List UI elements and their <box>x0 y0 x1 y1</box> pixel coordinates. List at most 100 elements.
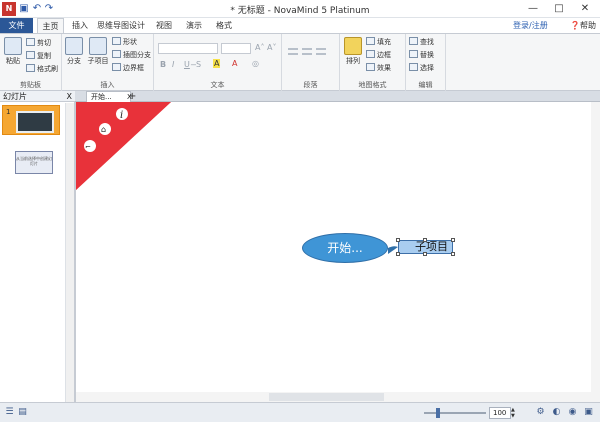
save-icon[interactable]: ▣ <box>18 3 30 15</box>
slide-thumbnail-1[interactable]: 1 <box>2 105 60 135</box>
resize-handle[interactable] <box>423 238 427 242</box>
layout-icon[interactable]: ◉ <box>567 407 578 417</box>
shape-icon <box>112 37 121 45</box>
canvas-vertical-scrollbar[interactable] <box>591 102 600 392</box>
branch-icon <box>112 50 121 58</box>
align-right-icon[interactable] <box>316 48 326 55</box>
effects-button[interactable]: 效果 <box>366 63 391 73</box>
slides-scrollbar[interactable] <box>65 103 74 403</box>
group-map-format: 排列 填充 边框 效果 地图格式 <box>340 34 406 91</box>
slides-panel-close-button[interactable]: X <box>67 91 72 102</box>
new-tab-button[interactable]: + <box>128 91 136 102</box>
fill-icon <box>366 37 375 45</box>
paste-button[interactable]: 粘贴 <box>2 37 24 66</box>
replace-label: 替换 <box>420 51 434 59</box>
boundary-icon <box>112 63 121 71</box>
effects-label: 效果 <box>377 64 391 72</box>
italic-button[interactable]: I <box>172 60 174 69</box>
select-icon <box>409 63 418 71</box>
font-size-select[interactable] <box>221 43 251 54</box>
help-button[interactable]: ❓帮助 <box>570 20 596 31</box>
scissors-icon <box>26 38 35 46</box>
find-button[interactable]: 查找 <box>409 37 434 47</box>
boundary-button[interactable]: 边界框 <box>112 63 144 73</box>
zoom-input[interactable]: 100 <box>489 407 511 419</box>
tab-view[interactable]: 视图 <box>152 18 176 33</box>
align-left-icon[interactable] <box>288 48 298 55</box>
arrange-button[interactable]: 排列 <box>342 37 364 66</box>
strikethrough-icon[interactable]: ̶S <box>196 60 201 69</box>
canvas-horizontal-scrollbar[interactable] <box>76 392 600 402</box>
slides-panel-header: 幻灯片 X <box>0 91 75 102</box>
help-label: 帮助 <box>579 21 596 30</box>
resize-handle[interactable] <box>423 252 427 256</box>
group-label-clipboard: 剪贴板 <box>20 81 41 89</box>
tab-insert[interactable]: 插入 <box>68 18 92 33</box>
clear-format-icon[interactable]: ◎ <box>252 59 259 68</box>
format-painter-button[interactable]: 格式刷 <box>26 64 58 74</box>
close-icon[interactable]: ✕ <box>572 0 598 18</box>
shape-label: 形状 <box>123 38 137 46</box>
tab-present[interactable]: 演示 <box>182 18 206 33</box>
bold-button[interactable]: B <box>160 60 166 69</box>
slide-view-icon[interactable]: ▤ <box>17 407 28 417</box>
font-color-button[interactable]: A <box>232 59 237 68</box>
tab-home[interactable]: 主页 <box>37 18 64 33</box>
window-title: * 无标题 - NovaMind 5 Platinum <box>230 6 370 16</box>
zoom-spinner[interactable]: ▲ ▼ <box>511 407 517 419</box>
child-topic-icon <box>89 37 107 55</box>
root-topic[interactable]: 开始... <box>302 233 388 263</box>
resize-handle[interactable] <box>396 238 400 242</box>
paste-label: 粘贴 <box>6 57 20 65</box>
horizontal-scroll-thumb[interactable] <box>269 393 384 401</box>
underline-button[interactable]: U <box>184 60 190 69</box>
resize-handle[interactable] <box>396 252 400 256</box>
zoom-slider-thumb[interactable] <box>435 408 440 418</box>
resize-handle[interactable] <box>451 238 455 242</box>
zoom-slider[interactable] <box>424 412 486 414</box>
brush-icon <box>26 64 35 72</box>
child-topic[interactable]: 子项目 <box>396 238 455 256</box>
group-label-insert: 插入 <box>100 81 115 89</box>
outline-view-icon[interactable]: ☰ <box>4 407 15 417</box>
tab-file[interactable]: 文件 <box>0 18 33 33</box>
resize-handle[interactable] <box>451 252 455 256</box>
replace-button[interactable]: 替换 <box>409 50 434 60</box>
arrange-icon <box>344 37 362 55</box>
font-family-select[interactable] <box>158 43 218 54</box>
undo-icon[interactable]: ↶ <box>31 3 43 15</box>
create-slide-placeholder[interactable]: 从当前选择中创建幻灯片 <box>15 151 53 174</box>
paste-icon <box>4 37 22 55</box>
redo-icon[interactable]: ↷ <box>43 3 55 15</box>
login-link[interactable]: 登录/注册 <box>513 20 548 31</box>
tab-format[interactable]: 格式 <box>212 18 236 33</box>
arrange-label: 排列 <box>346 57 360 65</box>
copy-button[interactable]: 复制 <box>26 51 51 61</box>
sibling-button[interactable]: 分支 <box>64 37 84 66</box>
fill-button[interactable]: 填充 <box>366 37 391 47</box>
align-center-icon[interactable] <box>302 48 312 55</box>
highlight-color-button[interactable]: A <box>213 59 221 68</box>
maximize-icon[interactable]: □ <box>546 0 572 18</box>
document-tab-start[interactable]: 开始... X <box>86 91 132 102</box>
branch-button[interactable]: 插图分支 <box>112 50 151 60</box>
app-logo-icon[interactable]: N <box>2 2 16 16</box>
child-topic-button[interactable]: 子项目 <box>86 37 110 66</box>
border-button[interactable]: 边框 <box>366 50 391 60</box>
group-editing: 查找 替换 选择 编辑 <box>406 34 446 91</box>
tab-map-design[interactable]: 思维导图设计 <box>96 18 146 33</box>
grow-font-icon[interactable]: A˄ <box>255 43 264 52</box>
map-style-icon[interactable]: ⚙ <box>535 407 546 417</box>
select-button[interactable]: 选择 <box>409 63 434 73</box>
shape-button[interactable]: 形状 <box>112 37 137 47</box>
document-tab-label: 开始... <box>91 93 112 101</box>
mind-map-canvas[interactable]: i ⌂ ⌐ 开始... 子项目 <box>75 102 600 402</box>
sibling-topic-icon <box>65 37 83 55</box>
minimize-icon[interactable]: — <box>520 0 546 18</box>
select-label: 选择 <box>420 64 434 72</box>
cut-button[interactable]: 剪切 <box>26 38 51 48</box>
theme-icon[interactable]: ◐ <box>551 407 562 417</box>
fit-icon[interactable]: ▣ <box>583 407 594 417</box>
shrink-font-icon[interactable]: A˅ <box>267 43 276 52</box>
group-label-map-format: 地图格式 <box>358 81 387 89</box>
